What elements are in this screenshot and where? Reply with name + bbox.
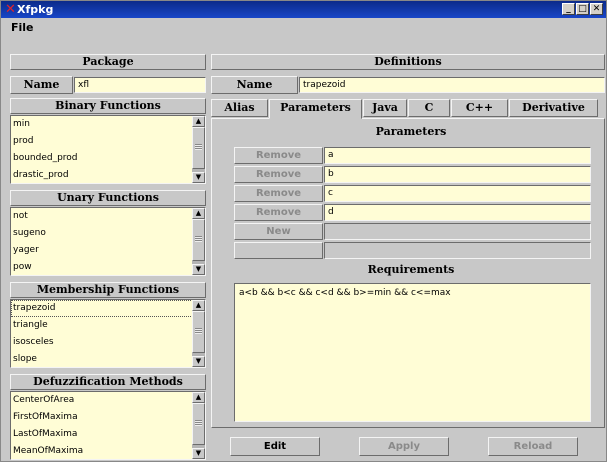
defuzzification-list[interactable]: CenterOfArea FirstOfMaxima LastOfMaxima … [10,391,206,460]
app-x-icon: ✕ [5,2,16,17]
list-item[interactable]: slope [11,351,205,368]
parameter-field-c[interactable]: c [324,185,591,202]
scroll-thumb[interactable] [192,127,205,169]
list-item[interactable]: triangle [11,317,205,334]
window-title: Xfpkg [17,3,54,16]
binary-functions-header: Binary Functions [10,98,206,114]
new-parameter-button[interactable]: New [234,223,323,240]
definition-name-field[interactable]: trapezoid [299,77,605,93]
scroll-down-icon[interactable]: ▼ [192,172,205,183]
defuzzification-header: Defuzzification Methods [10,374,206,390]
tab-c[interactable]: C [408,99,450,117]
menu-file[interactable]: File [11,21,34,34]
maximize-button[interactable]: □ [576,3,589,15]
list-item[interactable]: CenterOfArea [11,392,205,409]
tab-parameters[interactable]: Parameters [269,99,362,119]
parameters-heading: Parameters [375,125,447,138]
scroll-thumb[interactable] [192,311,205,353]
empty-button [234,242,323,259]
requirements-text: a<b && b<c && c<d && b>=min && c<=max [239,288,451,298]
membership-functions-list[interactable]: trapezoid triangle isosceles slope ▲ ▼ [10,299,206,368]
definition-name-label: Name [211,76,298,94]
scroll-thumb[interactable] [192,219,205,261]
definitions-header: Definitions [211,54,605,70]
list-item[interactable]: pow [11,259,205,276]
scroll-up-icon[interactable]: ▲ [192,300,205,311]
package-name-label: Name [10,76,73,94]
requirements-heading: Requirements [367,263,455,276]
edit-button[interactable]: Edit [230,437,320,456]
unary-scrollbar[interactable]: ▲ ▼ [192,208,205,275]
remove-button-d[interactable]: Remove [234,204,323,221]
list-item[interactable]: LastOfMaxima [11,426,205,443]
scroll-down-icon[interactable]: ▼ [192,356,205,367]
package-header: Package [10,54,206,70]
scroll-down-icon[interactable]: ▼ [192,264,205,275]
xfpkg-window: ✕ Xfpkg _ □ ✕ File Package Name xfl Bina… [0,0,607,462]
list-item[interactable]: yager [11,242,205,259]
tab-derivative[interactable]: Derivative [509,99,598,117]
parameter-field-a[interactable]: a [324,147,591,164]
menu-bar: File [1,18,606,36]
membership-functions-header: Membership Functions [10,282,206,298]
close-button[interactable]: ✕ [590,3,603,15]
reload-button[interactable]: Reload [488,437,578,456]
list-item-selected[interactable]: trapezoid [11,300,205,317]
title-bar[interactable]: ✕ Xfpkg _ □ ✕ [1,1,606,18]
tab-cpp[interactable]: C++ [451,99,508,117]
new-parameter-field[interactable] [324,223,591,240]
list-item[interactable]: not [11,208,205,225]
list-item[interactable]: bounded_prod [11,150,205,167]
remove-button-c[interactable]: Remove [234,185,323,202]
list-item[interactable]: isosceles [11,334,205,351]
package-name-field[interactable]: xfl [74,77,206,93]
parameter-field-d[interactable]: d [324,204,591,221]
scroll-up-icon[interactable]: ▲ [192,208,205,219]
defuzz-scrollbar[interactable]: ▲ ▼ [192,392,205,459]
unary-functions-list[interactable]: not sugeno yager pow ▲ ▼ [10,207,206,276]
binary-scrollbar[interactable]: ▲ ▼ [192,116,205,183]
apply-button[interactable]: Apply [359,437,449,456]
tab-alias[interactable]: Alias [211,99,268,117]
list-item[interactable]: prod [11,133,205,150]
requirements-textarea[interactable]: a<b && b<c && c<d && b>=min && c<=max [234,283,591,422]
membership-scrollbar[interactable]: ▲ ▼ [192,300,205,367]
list-item[interactable]: FirstOfMaxima [11,409,205,426]
scroll-up-icon[interactable]: ▲ [192,116,205,127]
list-item[interactable]: sugeno [11,225,205,242]
scroll-down-icon[interactable]: ▼ [192,448,205,459]
scroll-up-icon[interactable]: ▲ [192,392,205,403]
remove-button-b[interactable]: Remove [234,166,323,183]
parameter-field-b[interactable]: b [324,166,591,183]
minimize-button[interactable]: _ [562,3,575,15]
tab-java[interactable]: Java [363,99,407,117]
list-item[interactable]: min [11,116,205,133]
list-item[interactable]: drastic_prod [11,167,205,184]
unary-functions-header: Unary Functions [10,190,206,206]
list-item[interactable]: MeanOfMaxima [11,443,205,460]
binary-functions-list[interactable]: min prod bounded_prod drastic_prod ▲ ▼ [10,115,206,184]
remove-button-a[interactable]: Remove [234,147,323,164]
scroll-thumb[interactable] [192,403,205,445]
empty-parameter-field [324,242,591,259]
